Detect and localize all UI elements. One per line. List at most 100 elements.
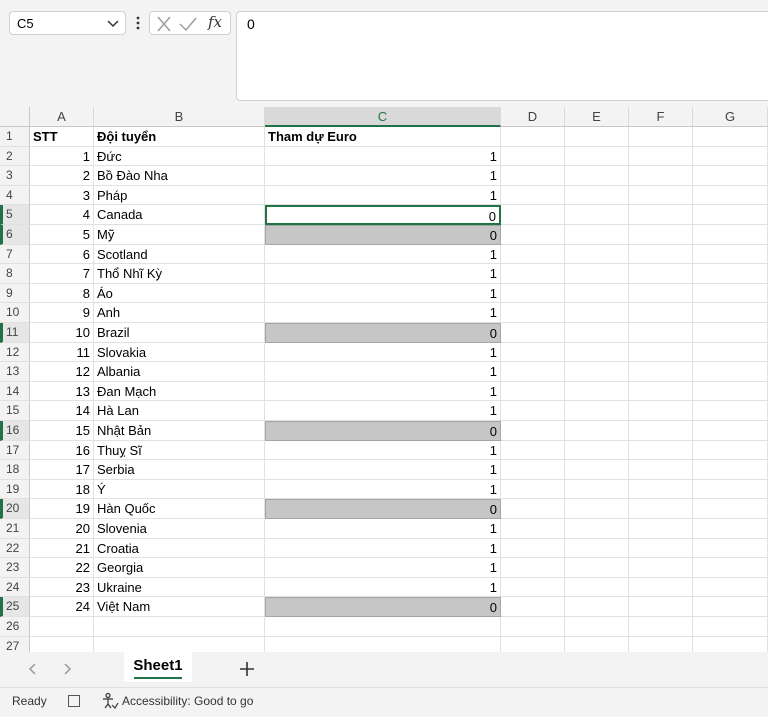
cell-g25[interactable] (693, 597, 768, 617)
cell-d6[interactable] (501, 225, 565, 245)
cell-c11[interactable]: 0 (265, 323, 501, 343)
column-header-f[interactable]: F (629, 107, 693, 127)
cell-d18[interactable] (501, 460, 565, 480)
cell-d12[interactable] (501, 342, 565, 363)
cell-a18[interactable]: 17 (30, 460, 94, 480)
column-header-c[interactable]: C (265, 107, 501, 127)
check-icon[interactable] (178, 15, 198, 33)
cell-a10[interactable]: 9 (30, 303, 94, 323)
cell-b8[interactable]: Thổ Nhĩ Kỳ (94, 264, 265, 284)
cell-c9[interactable]: 1 (265, 283, 501, 304)
cell-e9[interactable] (565, 283, 629, 304)
cell-b21[interactable]: Slovenia (94, 519, 265, 539)
cell-a22[interactable]: 21 (30, 538, 94, 559)
sheet-tab[interactable]: Sheet1 (124, 652, 192, 682)
insert-function-button[interactable]: fx (208, 13, 222, 31)
cell-b6[interactable]: Mỹ (94, 225, 265, 245)
cell-e19[interactable] (565, 479, 629, 500)
cell-f26[interactable] (629, 617, 693, 637)
cell-d10[interactable] (501, 303, 565, 323)
cell-e23[interactable] (565, 558, 629, 578)
row-header-24[interactable]: 24 (0, 577, 30, 598)
cell-e3[interactable] (565, 166, 629, 186)
cell-d25[interactable] (501, 597, 565, 617)
row-header-1[interactable]: 1 (0, 127, 30, 147)
cell-d14[interactable] (501, 381, 565, 402)
cell-g13[interactable] (693, 362, 768, 382)
cell-e6[interactable] (565, 225, 629, 245)
cell-b20[interactable]: Hàn Quốc (94, 499, 265, 519)
row-header-12[interactable]: 12 (0, 342, 30, 363)
cell-e26[interactable] (565, 617, 629, 637)
spreadsheet-grid[interactable]: A B C D E F G 1 STT Đội tuyển Tham dự Euro 2 1 Đức 1 3 2… (0, 107, 768, 652)
cell-g27[interactable] (693, 636, 768, 652)
cancel-icon[interactable] (154, 15, 174, 33)
cell-d5[interactable] (501, 205, 565, 225)
cell-f16[interactable] (629, 421, 693, 441)
cell-g5[interactable] (693, 205, 768, 225)
cell-d8[interactable] (501, 264, 565, 284)
row-header-15[interactable]: 15 (0, 401, 30, 421)
cell-c17[interactable]: 1 (265, 440, 501, 461)
cell-e22[interactable] (565, 538, 629, 559)
cell-c21[interactable]: 1 (265, 519, 501, 539)
cell-a23[interactable]: 22 (30, 558, 94, 578)
cell-a7[interactable]: 6 (30, 244, 94, 265)
cell-a16[interactable]: 15 (30, 421, 94, 441)
row-header-16[interactable]: 16 (0, 421, 30, 441)
cell-e24[interactable] (565, 577, 629, 598)
cell-f8[interactable] (629, 264, 693, 284)
cell-f1[interactable] (629, 127, 693, 147)
cell-d9[interactable] (501, 283, 565, 304)
cell-b7[interactable]: Scotland (94, 244, 265, 265)
row-header-9[interactable]: 9 (0, 283, 30, 304)
cell-e27[interactable] (565, 636, 629, 652)
row-header-11[interactable]: 11 (0, 323, 30, 343)
cell-a1[interactable]: STT (30, 127, 94, 147)
cell-c14[interactable]: 1 (265, 381, 501, 402)
accessibility-status[interactable]: Accessibility: Good to go (122, 694, 253, 708)
cell-b25[interactable]: Việt Nam (94, 597, 265, 617)
cell-e21[interactable] (565, 519, 629, 539)
row-header-18[interactable]: 18 (0, 460, 30, 480)
cell-f11[interactable] (629, 323, 693, 343)
cell-c6[interactable]: 0 (265, 225, 501, 245)
cell-c8[interactable]: 1 (265, 264, 501, 284)
cell-g14[interactable] (693, 381, 768, 402)
cell-d11[interactable] (501, 323, 565, 343)
cell-mode-icon[interactable] (68, 695, 80, 707)
cell-e25[interactable] (565, 597, 629, 617)
cell-g19[interactable] (693, 479, 768, 500)
cell-d4[interactable] (501, 185, 565, 206)
cell-a6[interactable]: 5 (30, 225, 94, 245)
row-header-3[interactable]: 3 (0, 166, 30, 186)
cell-b24[interactable]: Ukraine (94, 577, 265, 598)
cell-b9[interactable]: Áo (94, 283, 265, 304)
cell-b22[interactable]: Croatia (94, 538, 265, 559)
cell-g15[interactable] (693, 401, 768, 421)
row-header-5[interactable]: 5 (0, 205, 30, 225)
cell-g20[interactable] (693, 499, 768, 519)
column-header-d[interactable]: D (501, 107, 565, 127)
cell-c4[interactable]: 1 (265, 185, 501, 206)
cell-g21[interactable] (693, 519, 768, 539)
cell-e20[interactable] (565, 499, 629, 519)
cell-g12[interactable] (693, 342, 768, 363)
cell-c27[interactable] (265, 636, 501, 652)
cell-d22[interactable] (501, 538, 565, 559)
cell-e5[interactable] (565, 205, 629, 225)
cell-g4[interactable] (693, 185, 768, 206)
cell-f27[interactable] (629, 636, 693, 652)
cell-e8[interactable] (565, 264, 629, 284)
row-header-17[interactable]: 17 (0, 440, 30, 461)
cell-f7[interactable] (629, 244, 693, 265)
cell-f22[interactable] (629, 538, 693, 559)
row-header-8[interactable]: 8 (0, 264, 30, 284)
cell-b1[interactable]: Đội tuyển (94, 127, 265, 147)
cell-b14[interactable]: Đan Mạch (94, 381, 265, 402)
accessibility-icon[interactable] (101, 692, 119, 710)
cell-c7[interactable]: 1 (265, 244, 501, 265)
cell-c10[interactable]: 1 (265, 303, 501, 323)
cell-g10[interactable] (693, 303, 768, 323)
row-header-27[interactable]: 27 (0, 636, 30, 652)
